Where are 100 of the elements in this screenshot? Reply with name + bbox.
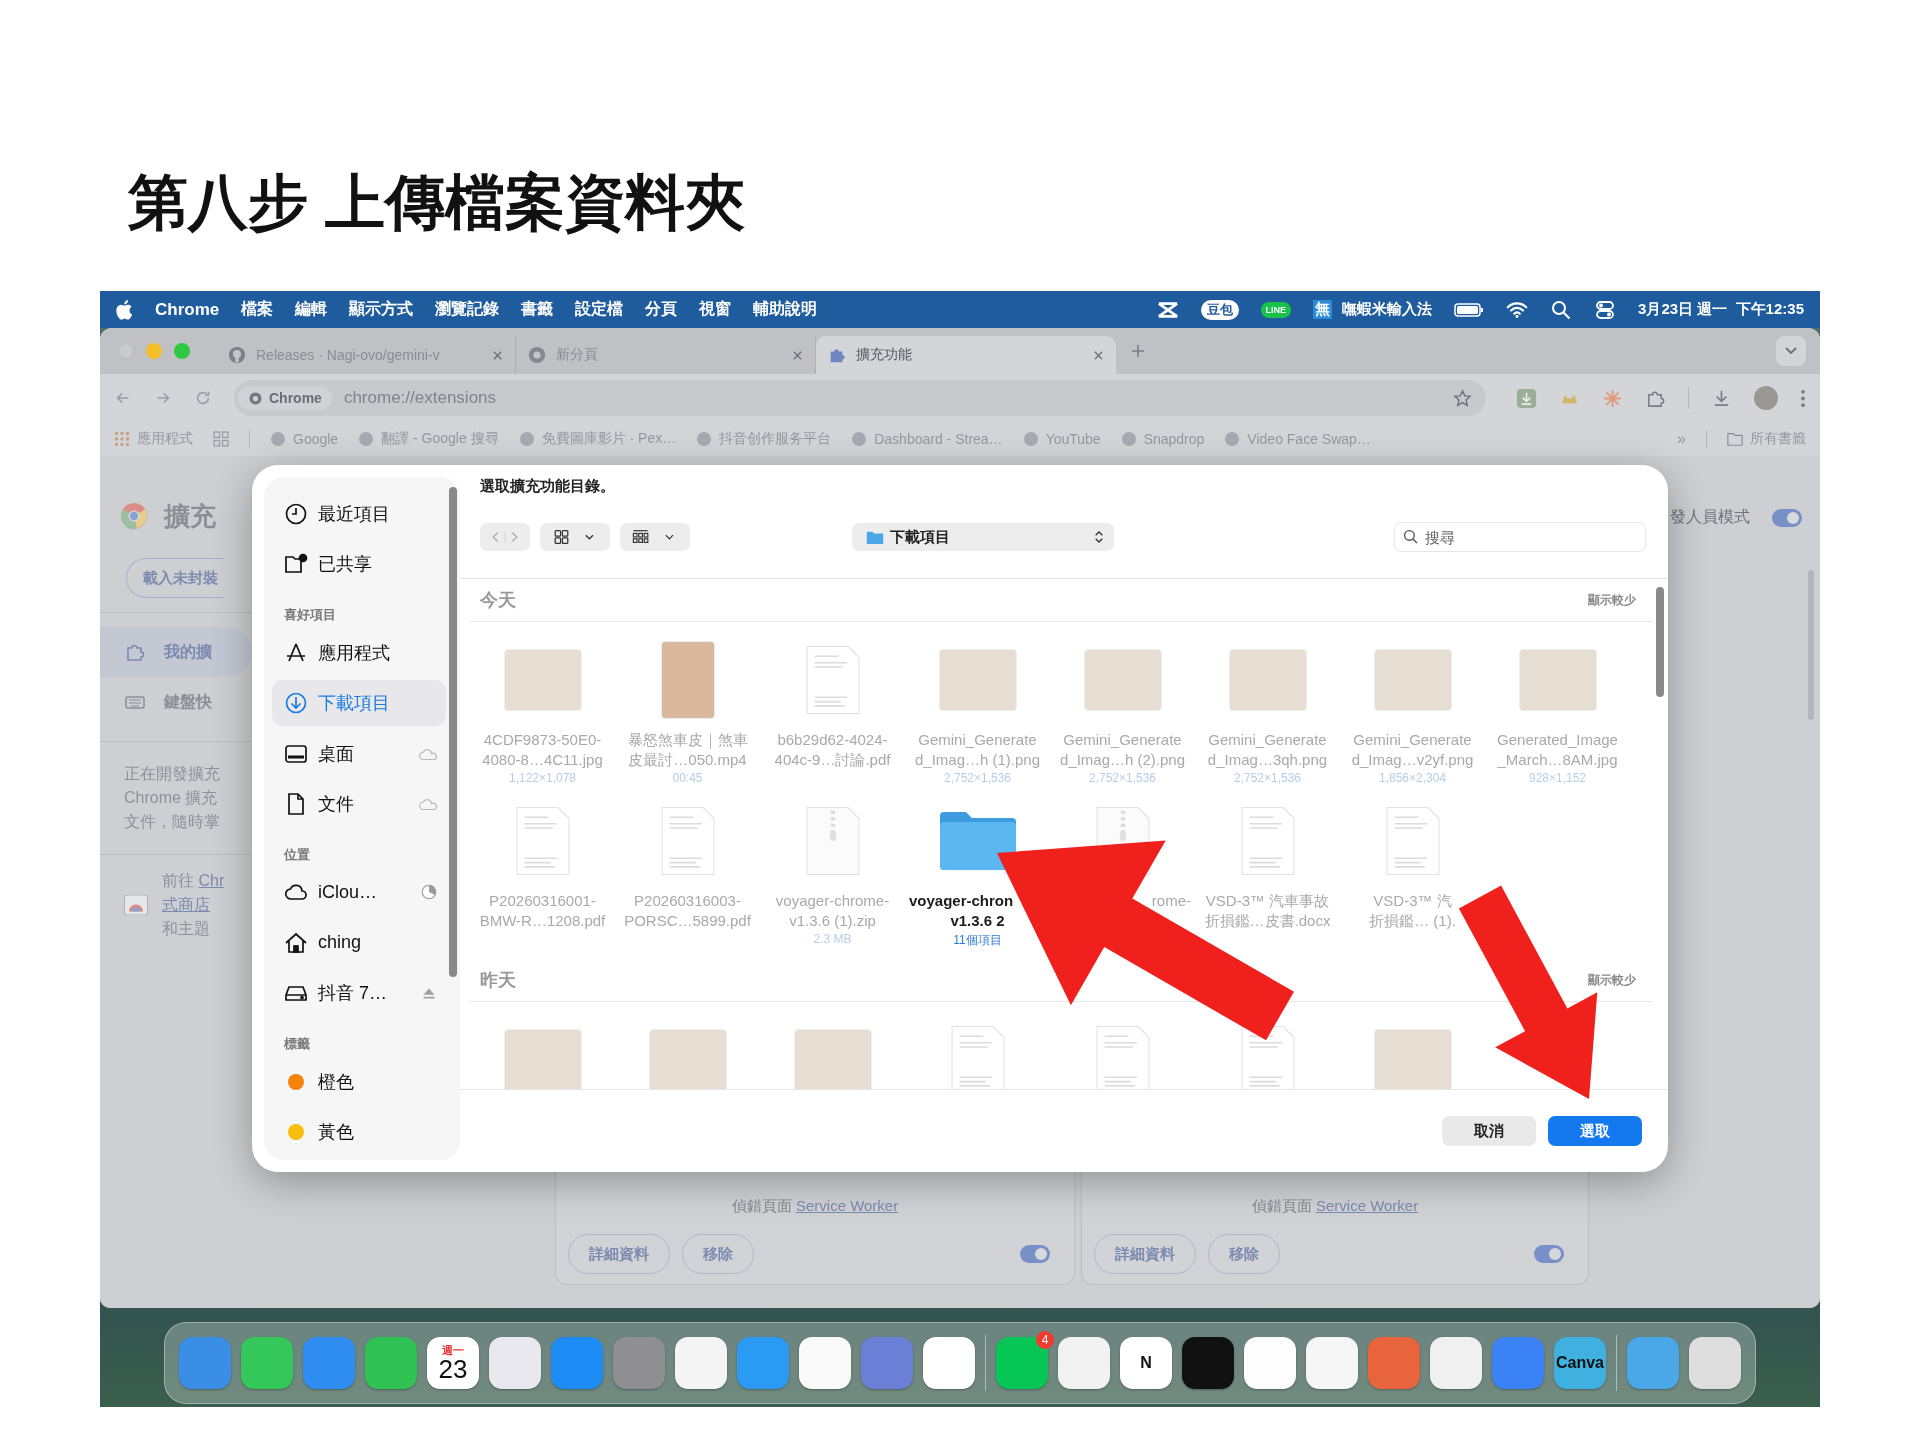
menu-item[interactable]: 設定檔 [575,299,624,320]
menu-item[interactable]: 編輯 [295,299,328,320]
menu-item[interactable]: 書籤 [521,299,554,320]
minimize-button[interactable] [146,343,162,359]
menu-item[interactable]: 顯示方式 [349,299,414,320]
bookmark-item[interactable]: 翻譯 - Google 搜尋 [358,430,499,448]
service-worker-link[interactable]: Service Worker [795,1197,899,1214]
site-chip[interactable]: Chrome [238,386,332,410]
chevron-down-icon[interactable] [1776,336,1806,366]
location-popup[interactable]: 下載項目 [852,523,1114,551]
apple-logo-icon[interactable] [116,299,133,320]
sidebar-item[interactable]: 已共享 [272,541,446,587]
bookmark-item[interactable]: Dashboard - Strea… [851,431,1003,447]
more-menu-icon[interactable] [1800,387,1806,409]
reload-icon[interactable] [194,389,212,407]
control-center-icon[interactable] [1594,299,1617,320]
bookmark-item[interactable]: Snapdrop [1120,431,1205,447]
capcut-icon[interactable] [1156,299,1179,320]
nav-item[interactable]: 我的擴 [100,627,252,677]
extension-toggle[interactable] [1534,1245,1564,1263]
scrollbar[interactable] [1808,570,1814,720]
nav-item[interactable]: 鍵盤快 [100,677,252,727]
show-less-link[interactable]: 顯示較少 [1588,591,1636,609]
bookmark-item[interactable]: 抖音创作服务平台 [696,430,832,448]
sidebar-item[interactable]: 下載項目 [272,680,446,726]
line-status-icon[interactable]: LINE [1260,301,1292,318]
photo-placeholder[interactable] [1373,1029,1452,1089]
folder-icon[interactable] [937,809,1018,873]
scrollbar[interactable] [1656,587,1664,697]
app-icon[interactable] [1244,1337,1296,1389]
tab-groups-icon[interactable] [213,431,229,447]
app-icon[interactable]: 週一 23 [427,1337,479,1389]
sidebar-item[interactable]: iClou… [272,869,446,916]
app-icon[interactable] [1689,1337,1741,1389]
search-field[interactable]: 搜尋 [1394,522,1646,552]
developer-mode-toggle[interactable] [1772,508,1802,527]
photo-placeholder[interactable] [1228,649,1307,711]
bookmark-item[interactable]: Google [270,431,339,447]
service-worker-link[interactable]: Service Worker [1315,1197,1419,1214]
store-link[interactable]: 式商店 [162,896,210,913]
scrollbar[interactable] [449,487,457,977]
sidebar-item[interactable]: 應用程式 [272,629,446,676]
address-bar[interactable]: Chrome chrome://extensions [234,380,1486,416]
menu-item[interactable]: 視窗 [699,299,732,320]
input-method-icon[interactable]: 無 [1313,300,1333,319]
store-link[interactable]: Chr [198,872,225,889]
sidebar-tag[interactable]: 橙色 [272,1059,446,1105]
photo-placeholder[interactable] [648,1029,727,1089]
new-tab-icon[interactable] [1130,343,1146,359]
bookmark-item[interactable]: Video Face Swap… [1224,431,1371,447]
sidebar-item[interactable]: 文件 [272,781,446,827]
browser-tab[interactable]: 擴充功能 [816,336,1116,374]
photo-placeholder[interactable] [503,1029,582,1089]
select-button[interactable]: 選取 [1548,1116,1642,1146]
app-icon[interactable] [489,1337,541,1389]
back-forward-buttons[interactable] [480,523,530,551]
sidebar-item[interactable]: 抖音 7… [272,970,446,1017]
status-app-badge[interactable]: 豆包 [1200,299,1239,320]
status-text[interactable]: 3月23日 週一 下午12:35 [1638,300,1804,319]
extension-toggle[interactable] [1020,1245,1050,1263]
more-bookmarks-button[interactable]: » [1677,430,1686,448]
sidebar-item[interactable]: 最近項目 [272,491,446,537]
battery-icon[interactable] [1454,301,1485,318]
app-icon[interactable]: N [1120,1337,1172,1389]
search-icon[interactable] [1550,299,1573,320]
app-icon[interactable] [1058,1337,1110,1389]
close-icon[interactable] [492,349,503,361]
show-less-link[interactable]: 顯示較少 [1588,971,1636,989]
wifi-icon[interactable] [1506,299,1529,320]
icon-view-button[interactable] [540,523,610,551]
app-icon[interactable] [675,1337,727,1389]
menu-app-name[interactable]: Chrome [155,299,220,320]
sidebar-tag[interactable]: 黃色 [272,1109,446,1155]
cancel-button[interactable]: 取消 [1442,1116,1536,1146]
menu-item[interactable]: 輔助說明 [753,299,818,320]
zoom-button[interactable] [174,343,190,359]
menu-item[interactable]: 檔案 [241,299,274,320]
app-icon[interactable] [799,1337,851,1389]
video-placeholder[interactable] [660,641,715,719]
photo-placeholder[interactable] [1518,649,1597,711]
app-icon[interactable] [1306,1337,1358,1389]
photo-placeholder[interactable] [938,649,1017,711]
bookmark-item[interactable]: 應用程式 [114,430,193,448]
sidebar-item[interactable]: 桌面 [272,730,446,777]
bookmark-item[interactable]: 免費圖庫影片 · Pex… [518,430,677,448]
status-text[interactable]: 嘸蝦米輸入法 [1342,300,1433,319]
sidebar-item[interactable]: ching [272,920,446,966]
all-bookmarks-item[interactable]: 所有書籤 [1727,430,1806,448]
menu-item[interactable]: 分頁 [645,299,678,320]
document-icon[interactable] [1240,1025,1295,1089]
app-icon[interactable] [923,1337,975,1389]
photo-placeholder[interactable] [1373,649,1452,711]
bookmark-item[interactable]: YouTube [1022,431,1101,447]
app-icon[interactable] [1430,1337,1482,1389]
photo-placeholder[interactable] [793,1029,872,1089]
starburst-icon[interactable] [1602,387,1623,409]
close-icon[interactable] [792,349,803,361]
avatar[interactable] [1754,386,1778,410]
app-icon[interactable]: Canva [1554,1337,1606,1389]
close-icon[interactable] [1093,349,1104,361]
